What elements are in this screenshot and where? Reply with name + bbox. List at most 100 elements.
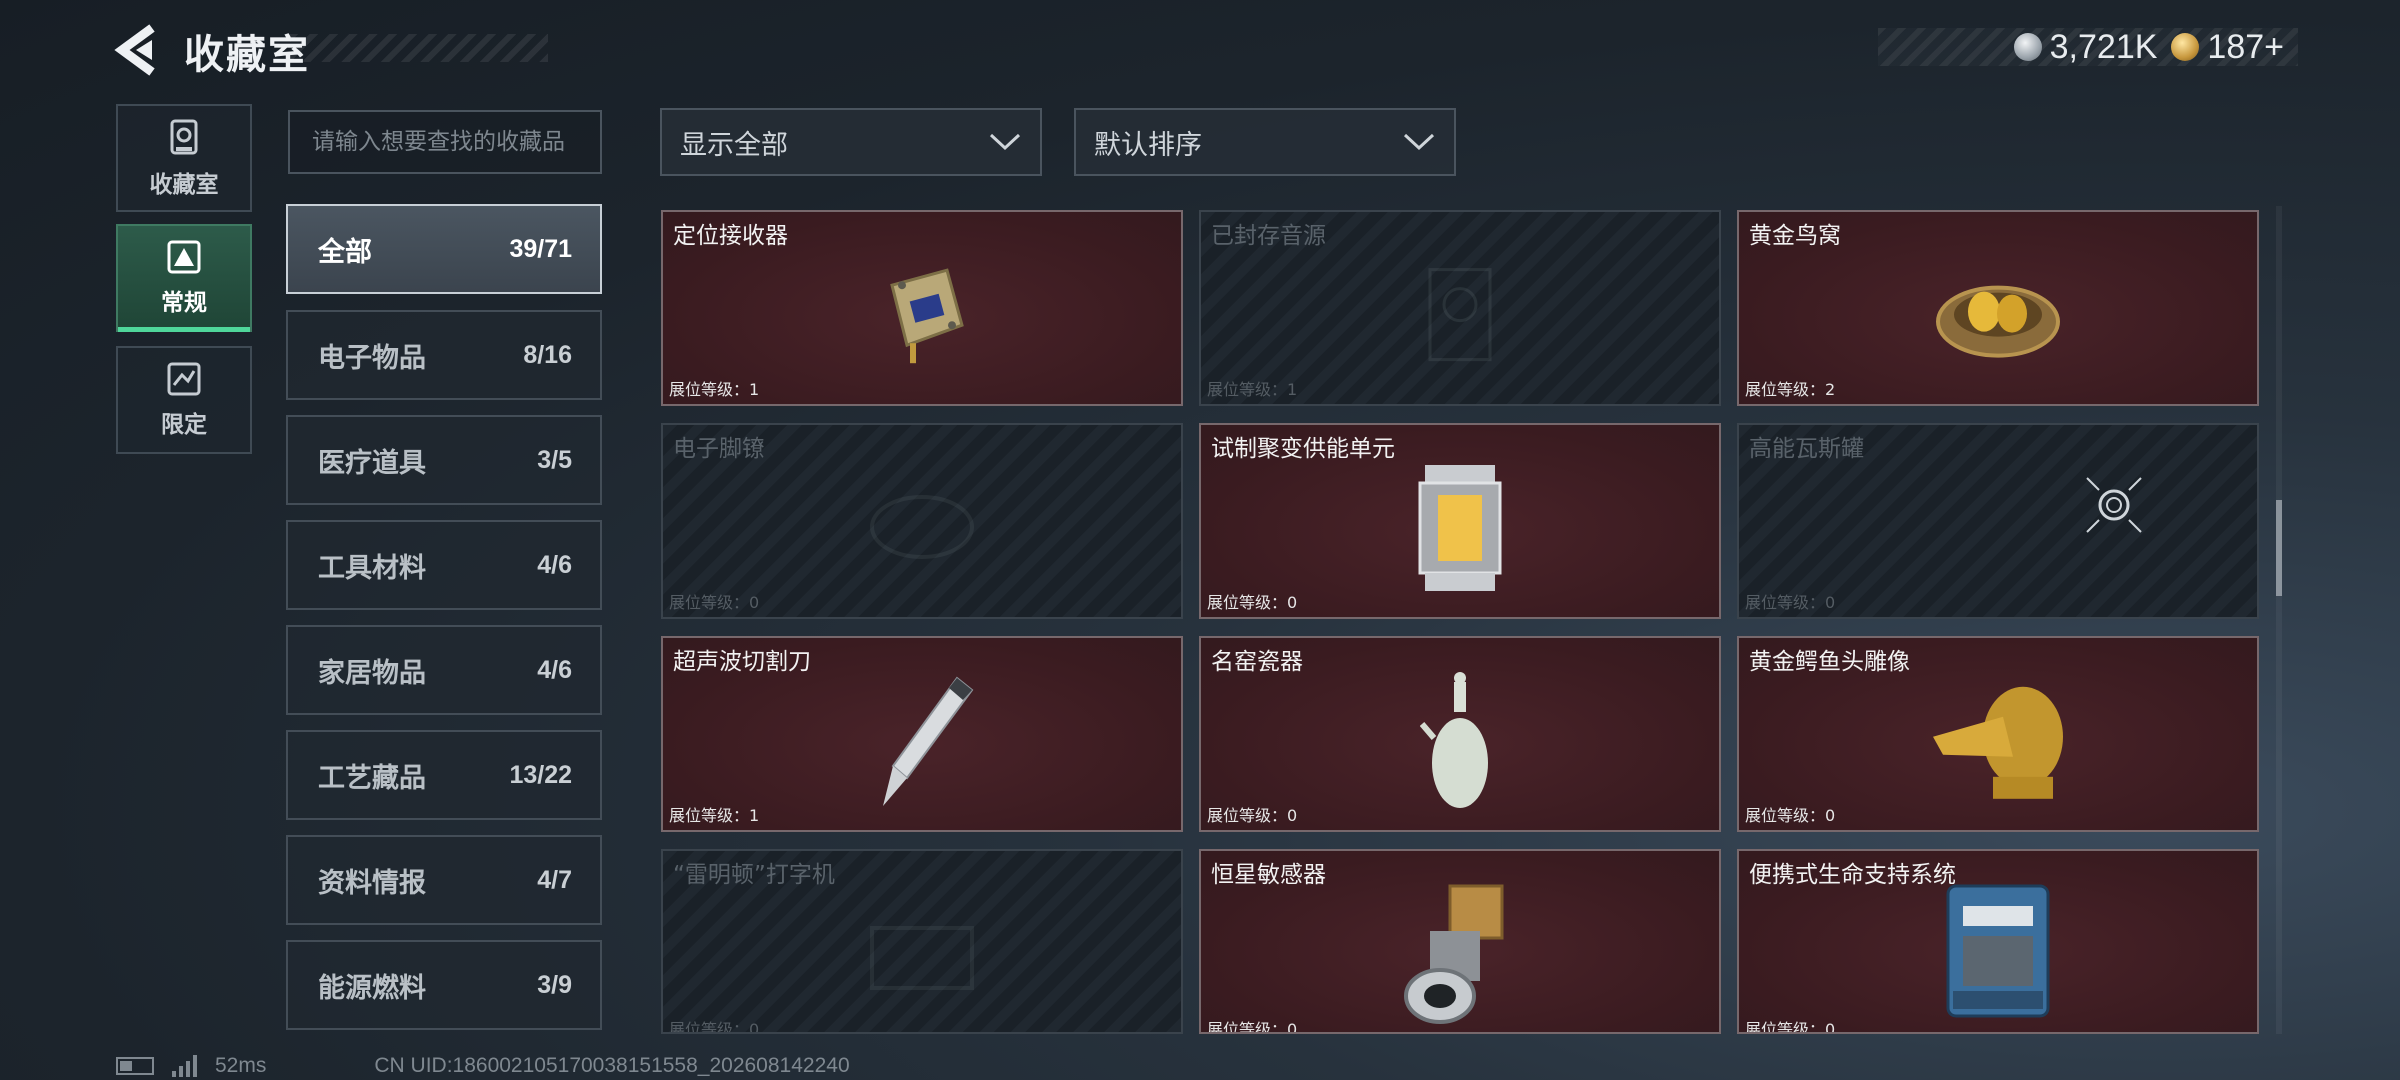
- porcelain-vase-icon: [1420, 672, 1488, 808]
- item-level: 展位等级：0: [669, 593, 760, 612]
- item-name: 黄金鳄鱼头雕像: [1749, 649, 1910, 675]
- golden-nest-icon: [1936, 285, 2060, 358]
- audio-source-icon: [1428, 268, 1492, 362]
- filter-value: 显示全部: [680, 129, 788, 161]
- category-name: 能源燃料: [318, 972, 426, 1004]
- item-card[interactable]: 试制聚变供能单元 展位等级：0: [1199, 423, 1721, 619]
- fusion-unit-icon: [1418, 465, 1502, 591]
- battery-icon: [116, 1057, 154, 1075]
- item-level: 展位等级：1: [669, 380, 760, 399]
- category-household[interactable]: 家居物品 4/6: [286, 625, 602, 715]
- currency-bar: 3,721K 187+: [1878, 28, 2298, 66]
- item-level: 展位等级：0: [1207, 806, 1298, 825]
- item-card[interactable]: 黄金鳄鱼头雕像 展位等级：0: [1737, 636, 2259, 832]
- category-electronics[interactable]: 电子物品 8/16: [286, 310, 602, 400]
- tab-limited[interactable]: 限定: [116, 346, 252, 454]
- receiver-icon: [890, 268, 964, 364]
- page-title: 收藏室: [184, 32, 310, 78]
- silver-coin-icon: [2013, 33, 2042, 61]
- ultrasonic-knife-icon: [883, 676, 974, 806]
- life-support-icon: [1946, 884, 2050, 1017]
- item-level: 展位等级：1: [1207, 380, 1298, 399]
- gold-amount: 187+: [2207, 27, 2284, 66]
- tab-label: 收藏室: [149, 172, 219, 198]
- category-medical[interactable]: 医疗道具 3/5: [286, 415, 602, 505]
- status-footer: 52ms CN UID:186002105170038151558_202608…: [116, 1054, 850, 1078]
- chevron-down-icon: [989, 133, 1021, 151]
- item-name: 黄金鸟窝: [1749, 223, 1841, 249]
- item-card[interactable]: “雷明顿”打字机 展位等级：0: [661, 849, 1183, 1034]
- item-name: 试制聚变供能单元: [1211, 436, 1395, 462]
- item-level: 展位等级：1: [669, 806, 760, 825]
- category-intel[interactable]: 资料情报 4/7: [286, 835, 602, 925]
- category-count: 39/71: [509, 234, 572, 263]
- item-name: 高能瓦斯罐: [1749, 436, 1864, 462]
- category-tools[interactable]: 工具材料 4/6: [286, 520, 602, 610]
- category-name: 资料情报: [318, 867, 426, 899]
- crosshair-icon: [2086, 477, 2142, 533]
- category-name: 电子物品: [318, 342, 426, 374]
- regular-icon: [167, 240, 201, 274]
- item-card[interactable]: 已封存音源 展位等级：1: [1199, 210, 1721, 406]
- tab-regular[interactable]: 常规: [116, 224, 252, 332]
- filter-dropdown[interactable]: 显示全部: [660, 108, 1042, 176]
- category-count: 8/16: [523, 340, 572, 369]
- item-name: 超声波切割刀: [673, 649, 811, 675]
- ankle-monitor-icon: [870, 495, 974, 559]
- item-card[interactable]: 恒星敏感器 展位等级：0: [1199, 849, 1721, 1034]
- item-level: 展位等级：2: [1745, 380, 1836, 399]
- item-level: 展位等级：0: [1207, 1020, 1298, 1034]
- limited-icon: [167, 362, 201, 396]
- uid-text: CN UID:186002105170038151558_20260814224…: [374, 1054, 850, 1077]
- item-level: 展位等级：0: [669, 1020, 760, 1034]
- item-level: 展位等级：0: [1745, 1020, 1836, 1034]
- item-card[interactable]: 名窑瓷器 展位等级：0: [1199, 636, 1721, 832]
- typewriter-icon: [870, 925, 974, 990]
- silver-amount: 3,721K: [2049, 27, 2158, 66]
- item-level: 展位等级：0: [1745, 593, 1836, 612]
- category-count: 3/5: [537, 445, 572, 474]
- item-card[interactable]: 黄金鸟窝 展位等级：2: [1737, 210, 2259, 406]
- category-name: 全部: [318, 236, 372, 268]
- back-arrow-icon: [114, 24, 155, 76]
- item-name: 已封存音源: [1211, 223, 1326, 249]
- sort-dropdown[interactable]: 默认排序: [1074, 108, 1456, 176]
- item-name: 恒星敏感器: [1211, 862, 1326, 888]
- item-card[interactable]: 电子脚镣 展位等级：0: [661, 423, 1183, 619]
- item-name: “雷明顿”打字机: [673, 862, 835, 888]
- category-name: 工具材料: [318, 552, 426, 584]
- sort-value: 默认排序: [1094, 129, 1202, 161]
- tab-label: 限定: [161, 412, 207, 438]
- search-input[interactable]: [288, 110, 602, 174]
- category-crafts[interactable]: 工艺藏品 13/22: [286, 730, 602, 820]
- category-count: 3/9: [537, 970, 572, 999]
- item-card[interactable]: 超声波切割刀 展位等级：1: [661, 636, 1183, 832]
- scrollbar-thumb[interactable]: [2276, 500, 2282, 596]
- tab-collection-room[interactable]: 收藏室: [116, 104, 252, 212]
- star-sensor-icon: [1404, 884, 1504, 1024]
- collection-icon: [170, 119, 198, 155]
- ping-value: 52ms: [215, 1054, 267, 1077]
- gold-coin-icon: [2171, 33, 2200, 61]
- gold-currency[interactable]: 187+: [2171, 28, 2284, 67]
- scrollbar-track[interactable]: [2276, 206, 2282, 1034]
- title-decoration: [290, 34, 548, 62]
- category-all[interactable]: 全部 39/71: [286, 204, 602, 294]
- category-name: 医疗道具: [318, 447, 426, 479]
- category-energy[interactable]: 能源燃料 3/9: [286, 940, 602, 1030]
- category-count: 4/6: [537, 655, 572, 684]
- golden-crocodile-icon: [1933, 686, 2063, 799]
- item-name: 定位接收器: [673, 223, 788, 249]
- category-name: 家居物品: [318, 657, 426, 689]
- item-card[interactable]: 定位接收器 展位等级：1: [661, 210, 1183, 406]
- item-level: 展位等级：0: [1745, 806, 1836, 825]
- back-button[interactable]: [112, 22, 160, 78]
- signal-icon: [172, 1055, 197, 1077]
- silver-currency: 3,721K: [2013, 27, 2158, 67]
- item-level: 展位等级：0: [1207, 593, 1298, 612]
- category-name: 工艺藏品: [318, 762, 426, 794]
- chevron-down-icon: [1403, 133, 1435, 151]
- item-card[interactable]: 便携式生命支持系统 展位等级：0: [1737, 849, 2259, 1034]
- tab-label: 常规: [161, 290, 207, 316]
- item-card[interactable]: 高能瓦斯罐 展位等级：0: [1737, 423, 2259, 619]
